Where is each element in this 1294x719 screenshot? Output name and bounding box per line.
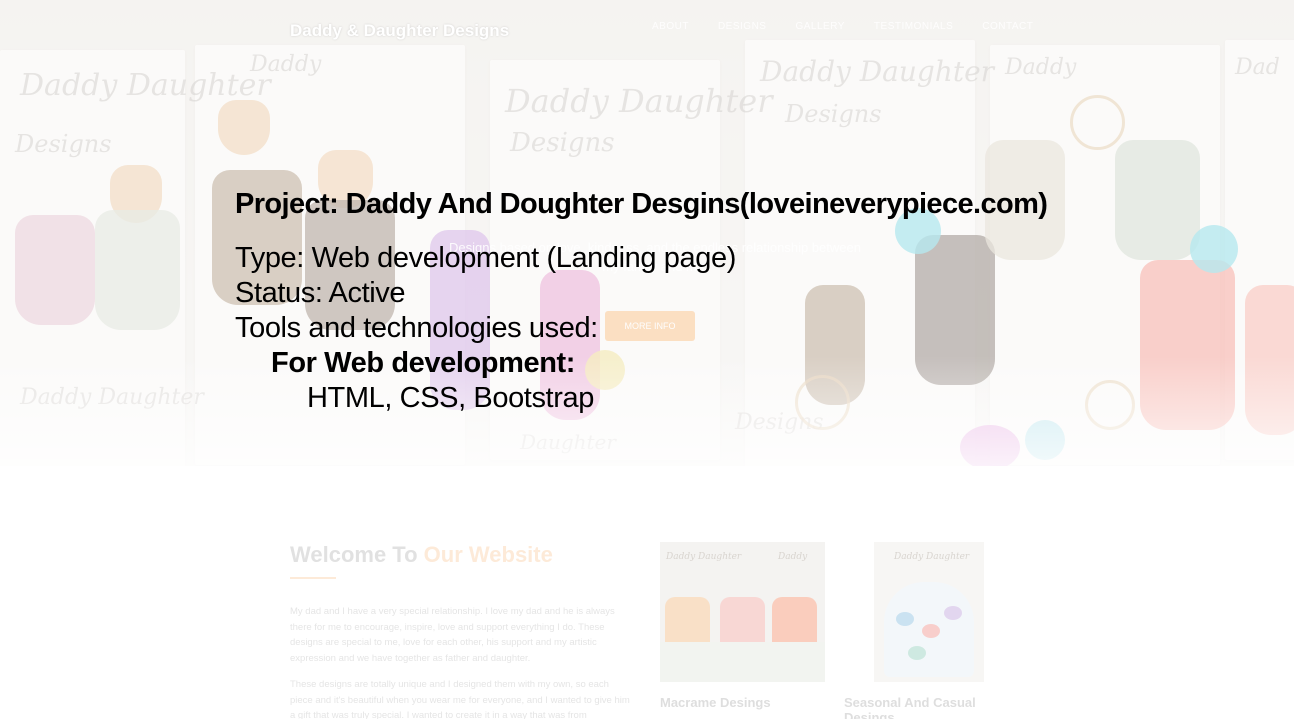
nav-links: ABOUT DESIGNS GALLERY TESTIMONIALS CONTA…	[652, 21, 1033, 32]
tools-category: For Web development:	[271, 347, 576, 379]
nav-link-designs[interactable]: DESIGNS	[718, 21, 767, 32]
lower-veil	[0, 466, 1294, 719]
project-type: Type: Web development (Landing page)	[235, 242, 736, 274]
welcome-section: Welcome To Our Website My dad and I have…	[0, 466, 1294, 719]
page: Daddy Daughter Daddy Daddy Daughter Desi…	[0, 0, 1294, 719]
brand-logo-link[interactable]: Daddy & Daughter Designs	[290, 21, 509, 41]
project-status: Status: Active	[235, 277, 406, 309]
tools-list: HTML, CSS, Bootstrap	[307, 382, 594, 414]
nav-link-contact[interactable]: CONTACT	[982, 21, 1033, 32]
project-info-overlay: Project: Daddy And Doughter Desgins(love…	[235, 188, 1048, 416]
navbar: Daddy & Daughter Designs ABOUT DESIGNS G…	[0, 0, 1294, 64]
nav-link-about[interactable]: ABOUT	[652, 21, 689, 32]
nav-link-gallery[interactable]: GALLERY	[795, 21, 844, 32]
project-details: Type: Web development (Landing page) Sta…	[235, 241, 1047, 416]
project-title: Project: Daddy And Doughter Desgins(love…	[235, 188, 1048, 220]
tools-heading: Tools and technologies used:	[235, 312, 598, 344]
nav-link-testimonials[interactable]: TESTIMONIALS	[874, 21, 953, 32]
